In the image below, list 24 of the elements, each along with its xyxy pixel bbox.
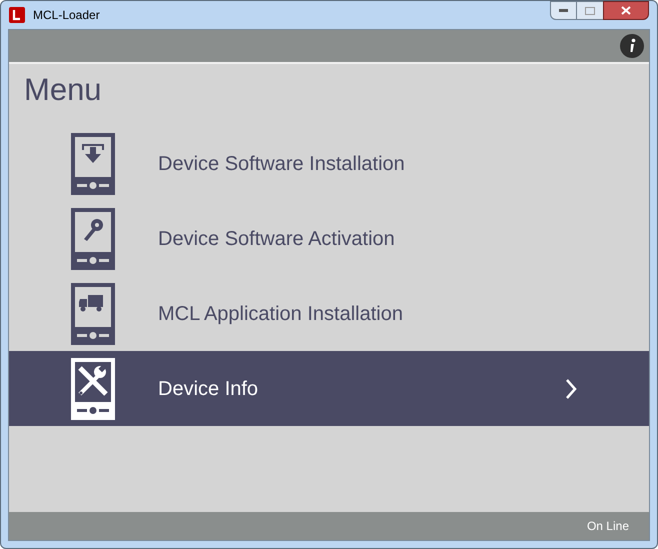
menu-heading: Menu xyxy=(23,71,103,109)
menu-item[interactable]: Device Info xyxy=(9,351,649,426)
app-logo-icon xyxy=(9,7,25,23)
menu-item[interactable]: Device Software Installation xyxy=(9,126,649,201)
status-text: On Line xyxy=(586,518,629,535)
minimize-icon xyxy=(559,9,568,12)
close-icon xyxy=(621,6,631,15)
phone-key-icon xyxy=(71,208,115,270)
menu-item-label: Device Software Installation xyxy=(158,152,405,176)
close-button[interactable] xyxy=(603,1,649,20)
menu-item[interactable]: Device Software Activation xyxy=(9,201,649,276)
phone-download-icon xyxy=(71,132,115,194)
maximize-button[interactable] xyxy=(577,1,603,20)
menu-item[interactable]: MCL Application Installation xyxy=(9,276,649,351)
info-icon[interactable] xyxy=(620,34,644,58)
maximize-icon xyxy=(585,6,595,14)
chevron-right-icon xyxy=(565,378,577,400)
minimize-button[interactable] xyxy=(550,1,577,20)
menu-item-label: MCL Application Installation xyxy=(158,302,403,326)
menu-item-label: Device Software Activation xyxy=(158,226,395,252)
menu-item-label: Device Info xyxy=(158,376,258,402)
window-title: MCL-Loader xyxy=(33,7,100,24)
phone-tools-icon xyxy=(71,358,115,420)
phone-truck-icon xyxy=(71,282,115,344)
